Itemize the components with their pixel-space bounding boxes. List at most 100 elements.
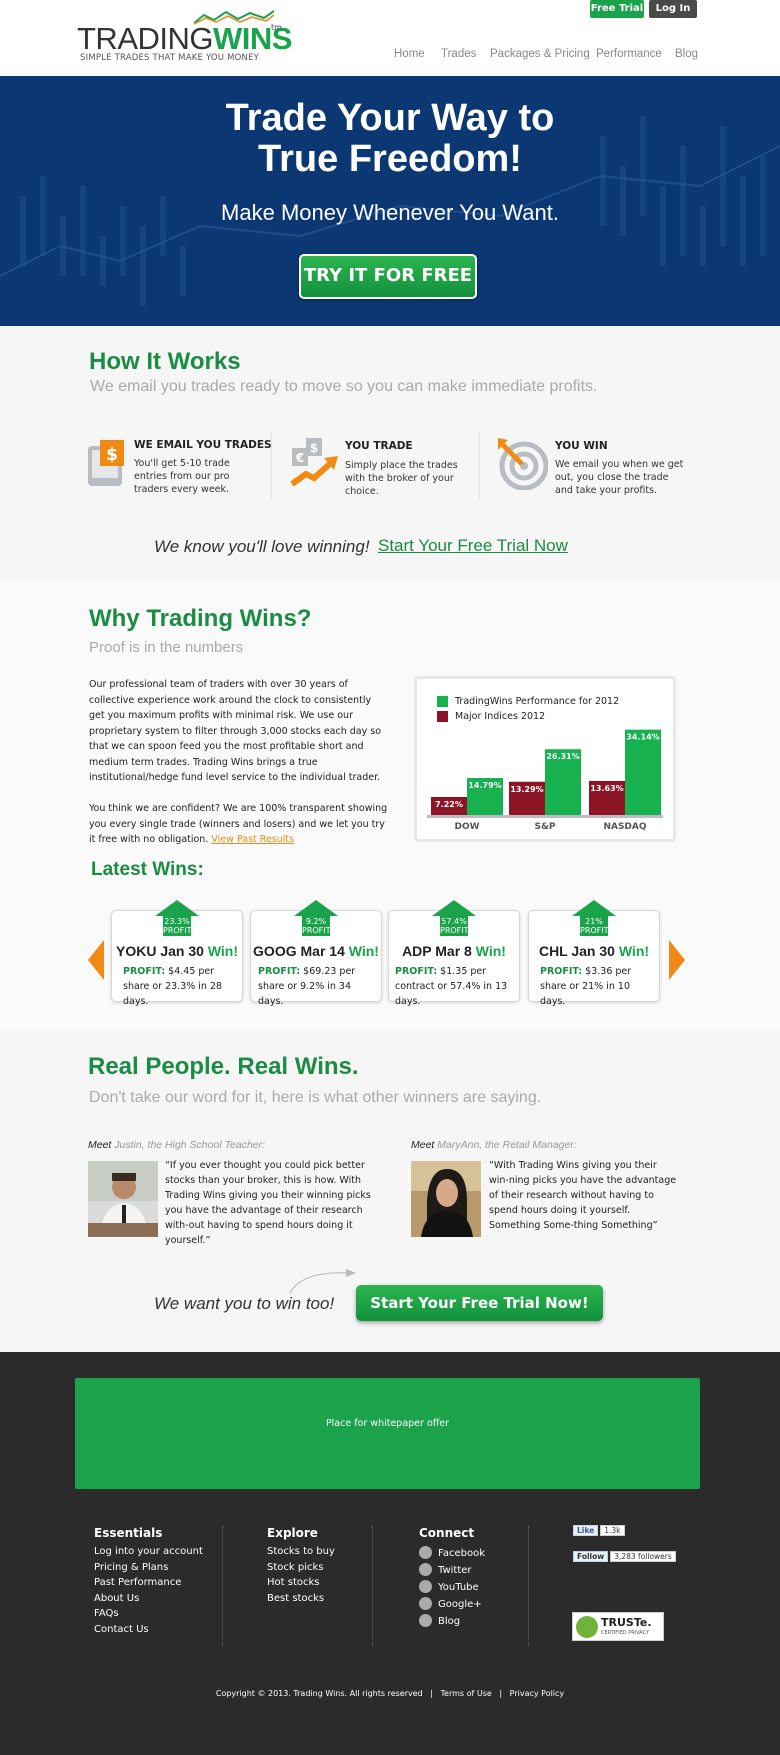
testimonial-2-quote: “With Trading Wins giving you their win-… <box>489 1160 677 1231</box>
want-you-to-win-text: We want you to win too! <box>154 1294 335 1313</box>
hero-title-line1: Trade Your Way to <box>225 97 555 139</box>
footer-link-performance[interactable]: Past Performance <box>94 1575 181 1591</box>
legal-separator: | <box>430 1689 433 1698</box>
truste-badge[interactable]: TRUSTe. CERTIFIED PRIVACY <box>572 1612 664 1641</box>
target-icon <box>498 438 548 490</box>
why-paragraph-2: You think we are confident? We are 100% … <box>89 801 389 848</box>
footer-explore-title: Explore <box>267 1526 318 1540</box>
bar-value-label: 34.14% <box>626 733 659 742</box>
meet-label: Meet <box>88 1139 112 1151</box>
profit-badge-label: PROFIT <box>440 926 469 935</box>
privacy-link[interactable]: Privacy Policy <box>510 1689 565 1698</box>
start-trial-link[interactable]: Start Your Free Trial Now <box>378 536 568 556</box>
try-free-button[interactable]: TRY IT FOR FREE <box>299 254 477 299</box>
footer-connect-title: Connect <box>419 1526 475 1540</box>
profit-label: PROFIT: <box>395 966 438 977</box>
whitepaper-offer[interactable]: Place for whitepaper offer <box>75 1378 700 1489</box>
logo-text: TRADINGWINS <box>77 23 292 54</box>
prev-arrow-icon[interactable] <box>88 940 106 980</box>
curved-arrow-icon <box>289 1269 356 1294</box>
footer-link-pricing[interactable]: Pricing & Plans <box>94 1560 168 1576</box>
logo-tagline: SIMPLE TRADES THAT MAKE YOU MONEY <box>80 53 260 63</box>
step-1-title: WE EMAIL YOU TRADES <box>134 439 272 451</box>
category-label: S&P <box>535 822 556 832</box>
testimonial-1-who: Justin, the High School Teacher: <box>114 1139 266 1151</box>
step-2-title: YOU TRADE <box>345 440 413 452</box>
testimonial-1-heading: Meet Justin, the High School Teacher: <box>88 1139 265 1151</box>
nav-home[interactable]: Home <box>394 48 425 60</box>
facebook-label: Facebook <box>438 1548 485 1559</box>
justin-photo <box>88 1161 158 1237</box>
tw-follow-label: Follow <box>573 1551 609 1562</box>
profit-label: PROFIT: <box>123 966 166 977</box>
facebook-icon <box>419 1546 432 1559</box>
twitter-icon <box>419 1563 432 1576</box>
win-card[interactable]: 9.2% PROFIT GOOG Mar 14 Win! PROFIT: $69.… <box>250 900 382 1007</box>
step-2-text: Simply place the trades with the broker … <box>345 460 458 497</box>
twitter-label: Twitter <box>438 1565 472 1576</box>
profit-badge-label: PROFIT <box>163 926 192 935</box>
hero-banner: Trade Your Way to True Freedom! Make Mon… <box>0 76 780 326</box>
view-past-results-link[interactable]: View Past Results <box>211 834 294 845</box>
footer-link-faqs[interactable]: FAQs <box>94 1606 119 1622</box>
truste-label: TRUSTe. <box>601 1616 652 1629</box>
footer-link-blog[interactable]: Blog <box>419 1612 460 1633</box>
footer-link-stock-picks[interactable]: Stock picks <box>267 1560 323 1576</box>
footer-link-best-stocks[interactable]: Best stocks <box>267 1591 324 1607</box>
win-card[interactable]: 23.3% PROFIT YOKU Jan 30 Win! PROFIT: $4.… <box>111 900 243 1007</box>
hero-title-line2: True Freedom! <box>258 138 522 180</box>
profit-badge: 57.4% PROFIT <box>440 915 469 936</box>
nav-packages-pricing[interactable]: Packages & Pricing <box>490 48 590 60</box>
nav-trades[interactable]: Trades <box>441 48 476 60</box>
footer-link-contact[interactable]: Contact Us <box>94 1622 149 1638</box>
why-paragraph-1: Our professional team of traders with ov… <box>89 679 382 783</box>
maryann-photo <box>411 1161 481 1237</box>
win-card[interactable]: 21% PROFIT CHL Jan 30 Win! PROFIT: $3.36 … <box>528 900 660 1007</box>
fb-like-count: 1.3k <box>600 1525 625 1536</box>
how-subtitle: We email you trades ready to move so you… <box>90 378 598 395</box>
logo-tm: tm <box>271 23 282 32</box>
testimonials-section: Real People. Real Wins. Don't take our w… <box>0 1030 780 1352</box>
whitepaper-text: Place for whitepaper offer <box>325 1418 450 1429</box>
profit-label: PROFIT: <box>540 966 583 977</box>
bar-value-label: 14.79% <box>468 781 501 790</box>
win-ticker: ADP Mar 8 <box>402 943 472 959</box>
facebook-like-widget[interactable]: Like 1.3k <box>573 1525 625 1539</box>
free-trial-button[interactable]: Free Trial <box>590 0 644 18</box>
youtube-label: YouTube <box>438 1582 479 1593</box>
step-divider <box>271 431 272 499</box>
twitter-follow-widget[interactable]: Follow 3,283 followers <box>573 1551 676 1565</box>
truste-check-icon <box>576 1616 598 1638</box>
footer-link-about[interactable]: About Us <box>94 1591 139 1607</box>
hero-subtitle: Make Money Whenever You Want. <box>221 200 559 225</box>
footer-divider <box>222 1526 223 1646</box>
terms-link[interactable]: Terms of Use <box>441 1689 492 1698</box>
nav-blog[interactable]: Blog <box>675 48 698 60</box>
footer-link-hot-stocks[interactable]: Hot stocks <box>267 1575 320 1591</box>
step-1-text: You'll get 5-10 trade entries from our p… <box>134 458 230 495</box>
bar-value-label: 7.22% <box>435 800 463 809</box>
win-title: YOKU Jan 30 Win! <box>111 943 243 959</box>
fb-like-label: Like <box>573 1525 599 1536</box>
profit-arrow-icon <box>432 900 476 916</box>
nav-performance[interactable]: Performance <box>596 48 662 60</box>
footer-link-login[interactable]: Log into your account <box>94 1544 203 1560</box>
footer-link-stocks-to-buy[interactable]: Stocks to buy <box>267 1544 335 1560</box>
win-title: CHL Jan 30 Win! <box>528 943 660 959</box>
win-card[interactable]: 57.4% PROFIT ADP Mar 8 Win! PROFIT: $1.35… <box>388 900 520 1007</box>
win-detail: PROFIT: $4.45 per share or 23.3% in 28 d… <box>123 964 239 1009</box>
profit-badge: 23.3% PROFIT <box>163 915 192 936</box>
profit-pct: 21% <box>585 917 603 926</box>
google-plus-label: Google+ <box>438 1599 482 1610</box>
login-button[interactable]: Log In <box>649 0 697 18</box>
chart-plot: 7.22% 14.79% DOW 13.29% 26.31% S&P 13.63% 34.14… <box>427 729 663 832</box>
next-arrow-icon[interactable] <box>667 940 685 980</box>
blog-label: Blog <box>438 1616 461 1627</box>
win-word: Win! <box>348 943 379 959</box>
testimonial-2-who: MaryAnn, the Retail Manager: <box>437 1139 577 1151</box>
profit-pct: 23.3% <box>164 917 190 926</box>
people-title: Real People. Real Wins. <box>88 1053 359 1080</box>
profit-badge: 21% PROFIT <box>580 915 609 936</box>
start-trial-now-button[interactable]: Start Your Free Trial Now! <box>356 1285 603 1321</box>
blog-icon <box>419 1614 432 1627</box>
